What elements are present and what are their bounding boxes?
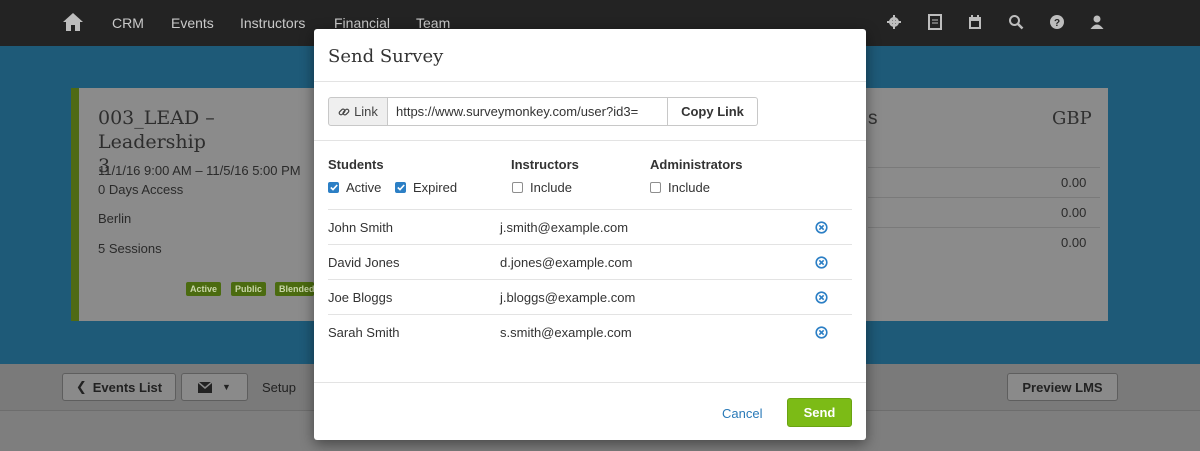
home-icon[interactable] [62, 11, 84, 33]
recipient-row: David Jones d.jones@example.com [328, 244, 852, 279]
modal-title: Send Survey [328, 46, 444, 67]
calendar-icon[interactable] [967, 14, 983, 30]
format-badge: Blended [275, 282, 314, 296]
recipient-name: David Jones [328, 255, 400, 270]
recipient-row: Sarah Smith s.smith@example.com [328, 314, 852, 349]
amount-divider [868, 197, 1100, 198]
amount-value: 0.00 [1061, 235, 1087, 250]
status-badge: Active [186, 282, 222, 296]
checkbox-checked[interactable] [328, 182, 339, 193]
event-access: 0 Days Access [98, 182, 184, 197]
checkbox-unchecked[interactable] [512, 182, 523, 193]
help-icon[interactable]: ? [1049, 14, 1065, 30]
send-survey-modal: Send Survey Link Copy Link Students Inst… [314, 29, 866, 440]
nav-item-events[interactable]: Events [171, 15, 214, 31]
event-sessions: 5 Sessions [98, 241, 162, 256]
remove-circle-icon[interactable] [815, 326, 828, 339]
recipient-name: John Smith [328, 220, 394, 235]
chevron-left-icon: ❮ [75, 379, 87, 394]
search-icon[interactable] [1008, 14, 1024, 30]
event-dates: 11/1/16 9:00 AM – 11/5/16 5:00 PM [98, 163, 301, 178]
remove-circle-icon[interactable] [815, 256, 828, 269]
recipient-name: Sarah Smith [328, 325, 400, 340]
visibility-badge: Public [231, 282, 267, 296]
amount-value: 0.00 [1061, 175, 1087, 190]
setup-tab[interactable]: Setup [262, 380, 296, 395]
document-icon[interactable] [927, 14, 943, 30]
recipient-email: j.bloggs@example.com [500, 290, 636, 305]
caret-down-icon: ▼ [222, 382, 231, 392]
cancel-button[interactable]: Cancel [714, 399, 770, 427]
modal-header: Send Survey [314, 29, 866, 82]
event-location: Berlin [98, 211, 132, 226]
preview-lms-button[interactable]: Preview LMS [1007, 373, 1118, 401]
administrators-include-checkbox[interactable]: Include [650, 180, 710, 195]
recipient-email: s.smith@example.com [500, 325, 632, 340]
nav-item-instructors[interactable]: Instructors [240, 15, 305, 31]
nav-item-crm[interactable]: CRM [112, 15, 144, 31]
instructors-include-checkbox[interactable]: Include [512, 180, 572, 195]
modal-footer-divider [314, 382, 866, 383]
amount-value: 0.00 [1061, 205, 1087, 220]
students-expired-checkbox[interactable]: Expired [395, 180, 457, 195]
checkbox-unchecked[interactable] [650, 182, 661, 193]
recipient-email: d.jones@example.com [500, 255, 633, 270]
events-list-button[interactable]: ❮ Events List [62, 373, 176, 401]
remove-circle-icon[interactable] [815, 221, 828, 234]
checkbox-checked[interactable] [395, 182, 406, 193]
recipient-row: Joe Bloggs j.bloggs@example.com [328, 279, 852, 314]
link-icon [338, 108, 350, 115]
email-dropdown-button[interactable]: ▼ [181, 373, 248, 401]
event-currency: GBP [1052, 108, 1092, 129]
user-icon[interactable] [1089, 14, 1105, 30]
envelope-icon [198, 381, 213, 393]
remove-circle-icon[interactable] [815, 291, 828, 304]
event-partial-label: s [868, 108, 878, 129]
copy-link-button[interactable]: Copy Link [668, 97, 758, 126]
recipient-name: Joe Bloggs [328, 290, 393, 305]
gear-icon[interactable] [886, 14, 902, 30]
students-heading: Students [328, 157, 384, 172]
instructors-heading: Instructors [511, 157, 579, 172]
recipient-email: j.smith@example.com [500, 220, 629, 235]
send-button[interactable]: Send [787, 398, 852, 427]
section-divider [314, 140, 866, 141]
recipient-row: John Smith j.smith@example.com [328, 209, 852, 244]
survey-link-input[interactable] [388, 97, 668, 126]
amount-divider [868, 227, 1100, 228]
svg-text:?: ? [1054, 18, 1060, 29]
link-addon: Link [328, 97, 388, 126]
survey-link-group: Link Copy Link [328, 97, 758, 126]
amount-divider [868, 167, 1100, 168]
students-active-checkbox[interactable]: Active [328, 180, 381, 195]
administrators-heading: Administrators [650, 157, 743, 172]
